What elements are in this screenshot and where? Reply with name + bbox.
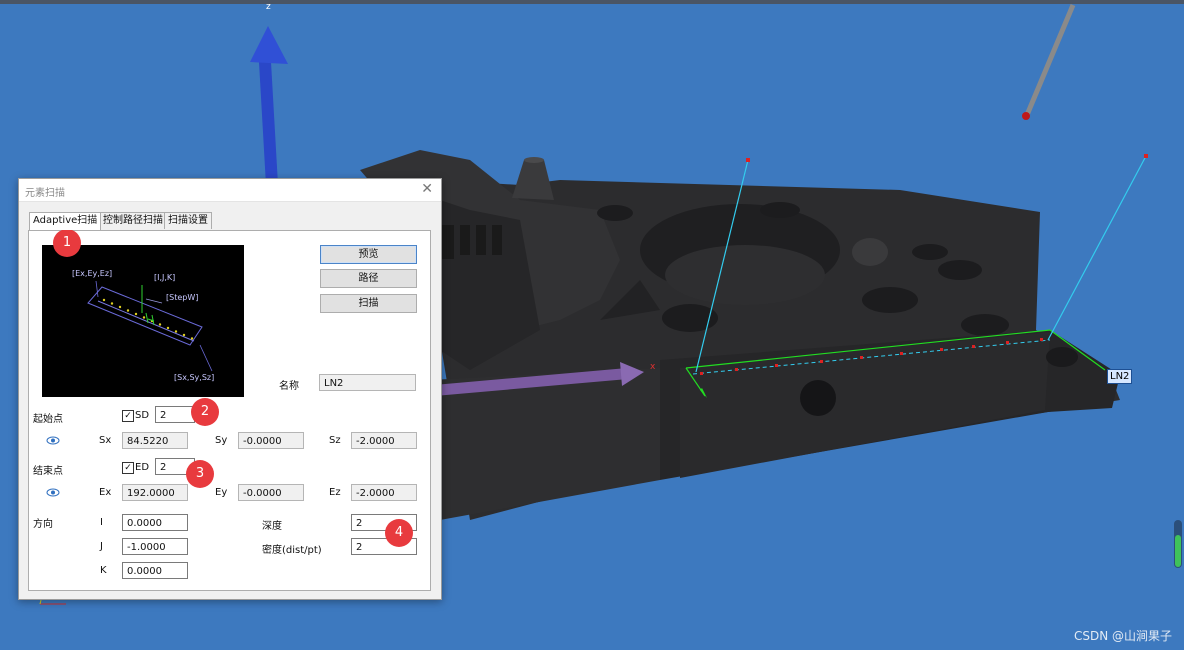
i-label: I: [100, 517, 103, 528]
k-label: K: [100, 565, 107, 576]
start-point-label: 起始点: [33, 414, 63, 425]
sx-label: Sx: [99, 435, 112, 446]
scan-button[interactable]: 扫描: [320, 294, 417, 313]
annotation-badge-4: 4: [385, 519, 413, 547]
i-field[interactable]: 0.0000: [122, 514, 188, 531]
dialog-title: 元素扫描: [25, 188, 65, 199]
preview-label-end: [Ex,Ey,Ez]: [72, 269, 112, 278]
tab-adaptive-scan[interactable]: Adaptive扫描: [29, 212, 102, 230]
ey-field[interactable]: -0.0000: [238, 484, 304, 501]
end-point-label: 结束点: [33, 466, 63, 477]
j-field[interactable]: -1.0000: [122, 538, 188, 555]
zoom-indicator-fill: [1175, 535, 1181, 567]
probe-stylus: [1022, 4, 1076, 120]
scan-preview-diagram: [Ex,Ey,Ez] [I,J,K] [StepW] [Sx,Sy,Sz]: [42, 245, 244, 397]
zoom-indicator[interactable]: [1174, 520, 1182, 568]
tab-panel-adaptive: [Ex,Ey,Ez] [I,J,K] [StepW] [Sx,Sy,Sz] 预览…: [28, 230, 431, 591]
ex-label: Ex: [99, 487, 112, 498]
x-axis-label: x: [650, 362, 656, 372]
ez-field[interactable]: -2.0000: [351, 484, 417, 501]
ex-field[interactable]: 192.0000: [122, 484, 188, 501]
tab-scan-settings[interactable]: 扫描设置: [164, 212, 212, 229]
j-label: J: [100, 541, 103, 552]
annotation-badge-1: 1: [53, 229, 81, 257]
sz-field[interactable]: -2.0000: [351, 432, 417, 449]
direction-label: 方向: [33, 519, 53, 530]
preview-button[interactable]: 预览: [320, 245, 417, 264]
sd-value-field[interactable]: 2: [155, 406, 195, 423]
eye-icon[interactable]: [46, 488, 60, 497]
dialog-titlebar[interactable]: 元素扫描 ✕: [19, 179, 441, 202]
preview-label-vector: [I,J,K]: [154, 273, 175, 282]
sd-checkbox[interactable]: ✓: [122, 410, 134, 422]
eye-icon[interactable]: [46, 436, 60, 445]
z-axis-label: z: [266, 2, 271, 12]
annotation-badge-2: 2: [191, 398, 219, 426]
ed-checkbox-label: ED: [135, 462, 150, 473]
preview-label-step: [StepW]: [166, 293, 198, 302]
element-scan-dialog: 元素扫描 ✕ Adaptive扫描 控制路径扫描 扫描设置 [Ex,Ey,Ez]…: [18, 178, 442, 600]
z-axis-arrow: [250, 26, 288, 186]
sy-field[interactable]: -0.0000: [238, 432, 304, 449]
ez-label: Ez: [329, 487, 341, 498]
name-field[interactable]: LN2: [319, 374, 416, 391]
sx-field[interactable]: 84.5220: [122, 432, 188, 449]
annotation-badge-3: 3: [186, 460, 214, 488]
watermark: CSDN @山涧果子: [1073, 629, 1172, 643]
sz-label: Sz: [329, 435, 341, 446]
ey-label: Ey: [215, 487, 228, 498]
tab-control-path-scan[interactable]: 控制路径扫描: [99, 212, 167, 229]
sy-label: Sy: [215, 435, 228, 446]
ln2-tag: LN2: [1107, 369, 1133, 384]
k-field[interactable]: 0.0000: [122, 562, 188, 579]
preview-label-start: [Sx,Sy,Sz]: [174, 373, 214, 382]
depth-label: 深度: [262, 521, 282, 532]
sd-checkbox-label: SD: [135, 410, 150, 421]
name-label: 名称: [279, 381, 299, 392]
path-button[interactable]: 路径: [320, 269, 417, 288]
close-icon[interactable]: ✕: [421, 181, 433, 197]
density-label: 密度(dist/pt): [262, 545, 322, 556]
ed-checkbox[interactable]: ✓: [122, 462, 134, 474]
